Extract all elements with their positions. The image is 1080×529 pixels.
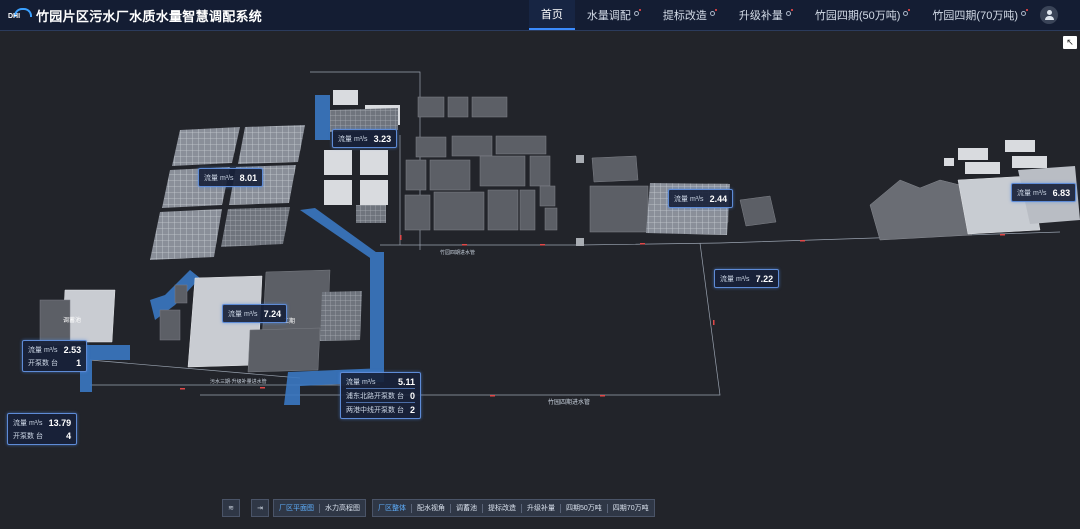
flow-info-box[interactable]: 流量 m³/s 5.11 浦东北路开泵数 台0 两港中线开泵数 台2 bbox=[340, 372, 421, 419]
status-dot-icon bbox=[785, 8, 793, 16]
flow-info-box[interactable]: 流量 m³/s 8.01 bbox=[198, 168, 264, 187]
basin bbox=[238, 125, 305, 164]
view-phase4-70[interactable]: 四期70万吨 bbox=[608, 504, 654, 513]
status-dot-icon bbox=[903, 8, 911, 16]
top-bar: DHI 竹园片区污水厂水质水量智慧调配系统 首页 水量调配 提标改造 升级补量 … bbox=[0, 0, 1080, 31]
view-storage-tank[interactable]: 调蓄池 bbox=[451, 503, 483, 513]
view-distribution[interactable]: 配水视角 bbox=[412, 503, 451, 513]
view-plant-plan[interactable]: 厂区平面图 bbox=[274, 503, 320, 513]
layers-button[interactable]: ≋ bbox=[222, 499, 240, 517]
pipe-label: 调蓄池 bbox=[63, 318, 82, 324]
main-nav: 首页 水量调配 提标改造 升级补量 竹园四期(50万吨) 竹园四期(70万吨) bbox=[528, 0, 1038, 30]
nav-phase4-50[interactable]: 竹园四期(50万吨) bbox=[803, 0, 921, 30]
status-dot-icon bbox=[1021, 8, 1028, 16]
flow-info-box[interactable]: 流量 m³/s 7.22 bbox=[714, 269, 780, 288]
scene-view-group: 厂区整体 配水视角 调蓄池 提标改造 升级补量 四期50万吨 四期70万吨 bbox=[372, 499, 655, 517]
user-button[interactable] bbox=[1040, 6, 1058, 24]
flow-info-box[interactable]: 流量 m³/s 13.79 开泵数 台4 bbox=[7, 413, 78, 445]
collapse-icon: ⇥ bbox=[257, 505, 263, 512]
view-plant-overall[interactable]: 厂区整体 bbox=[373, 503, 412, 513]
flow-info-box[interactable]: 流量 m³/s 2.53 开泵数 台1 bbox=[22, 340, 88, 372]
pipe-label: 竹园四期进水管 bbox=[548, 400, 591, 406]
view-mode-group: 厂区平面图 水力高程图 bbox=[273, 499, 366, 517]
nav-home[interactable]: 首页 bbox=[528, 0, 575, 30]
view-upgrade-supplement[interactable]: 升级补量 bbox=[522, 503, 561, 513]
pipe-label: 竹园四期进水管 bbox=[440, 250, 476, 256]
layers-icon: ≋ bbox=[228, 505, 234, 512]
flow-info-box[interactable]: 流量 m³/s 3.23 bbox=[332, 129, 398, 148]
flow-info-box[interactable]: 流量 m³/s 7.24 bbox=[222, 304, 288, 323]
nav-phase4-70[interactable]: 竹园四期(70万吨) bbox=[920, 0, 1038, 30]
nav-upgrade-supplement[interactable]: 升级补量 bbox=[727, 0, 803, 30]
status-dot-icon bbox=[709, 8, 717, 16]
view-hydraulic-profile[interactable]: 水力高程图 bbox=[320, 504, 365, 513]
plant-map bbox=[39, 71, 1080, 405]
flow-info-box[interactable]: 流量 m³/s 6.83 bbox=[1011, 183, 1077, 202]
pipe-label: 污水三期·升级补量进水管 bbox=[210, 379, 267, 385]
app-title: 竹园片区污水厂水质水量智慧调配系统 bbox=[36, 8, 263, 24]
plant-3d-scene[interactable]: 调蓄池 竹园四期进水管 竹园四期进水管 污水三期·升级补量进水管 二期 流量 m… bbox=[0, 31, 1080, 529]
status-dot-icon bbox=[633, 8, 641, 16]
cursor-icon: ↖ bbox=[1066, 37, 1074, 47]
view-upgrade-standard[interactable]: 提标改造 bbox=[483, 503, 522, 513]
view-phase4-50[interactable]: 四期50万吨 bbox=[561, 503, 608, 513]
basin bbox=[172, 127, 240, 166]
nav-upgrade-standard[interactable]: 提标改造 bbox=[651, 0, 727, 30]
flow-info-box[interactable]: 流量 m³/s 2.44 bbox=[668, 189, 734, 208]
dhi-logo: DHI bbox=[8, 8, 32, 22]
cursor-mode-button[interactable]: ↖ bbox=[1063, 36, 1077, 49]
collapse-button[interactable]: ⇥ bbox=[251, 499, 269, 517]
bottom-toolbar: ≋ ⇥ 厂区平面图 水力高程图 厂区整体 配水视角 调蓄池 提标改造 升级补量 … bbox=[222, 499, 661, 517]
nav-water-allocation[interactable]: 水量调配 bbox=[575, 0, 651, 30]
